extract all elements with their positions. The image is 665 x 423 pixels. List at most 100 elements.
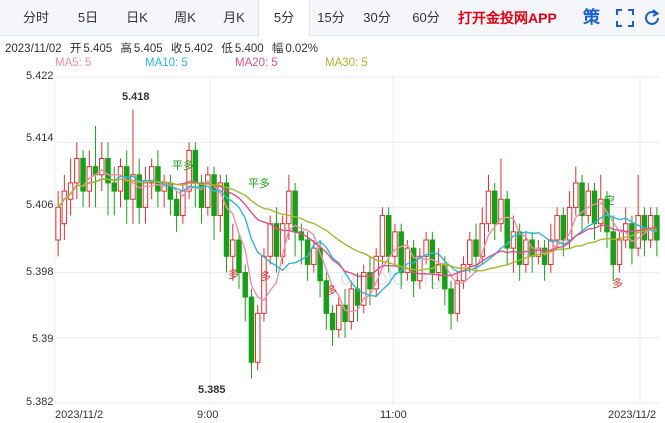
- candle-up: [485, 190, 492, 225]
- open-app-link[interactable]: 打开金投网APP: [458, 0, 557, 36]
- period-tab-bar: 分时 5日 日K 周K 月K 5分 15分 30分 60分 打开金投网APP 策: [0, 0, 665, 37]
- ma5-legend: MA5: 5: [55, 57, 92, 69]
- candle-up: [311, 247, 317, 265]
- candle-up: [404, 247, 411, 274]
- signal-long: 多: [612, 278, 623, 290]
- fullscreen-icon[interactable]: [614, 7, 636, 29]
- y-tick-label: 5.414: [26, 132, 54, 144]
- candle-down: [491, 190, 498, 225]
- candle-down: [367, 272, 373, 290]
- watermark: cngold.org: [340, 265, 443, 290]
- candle-up: [573, 182, 579, 208]
- candle-down: [80, 158, 86, 192]
- tab-5min[interactable]: 5分: [258, 0, 310, 37]
- candle-down: [410, 247, 417, 282]
- candle-up: [435, 263, 442, 274]
- candle-down: [298, 231, 305, 241]
- tab-15min[interactable]: 15分: [308, 0, 354, 36]
- candle-down: [541, 247, 548, 265]
- candle-down: [654, 215, 660, 241]
- candle-down: [136, 174, 142, 208]
- x-tick-label: 11:00: [380, 409, 407, 421]
- candle-up: [616, 239, 623, 265]
- close-value: 5.402: [184, 43, 214, 55]
- candle-up: [379, 215, 386, 257]
- candle-down: [342, 304, 348, 323]
- candle-up: [392, 231, 398, 257]
- candle-down: [317, 247, 323, 282]
- candle-down: [442, 263, 448, 290]
- refresh-icon[interactable]: [641, 7, 663, 29]
- candle-down: [429, 239, 436, 274]
- candle-down: [211, 174, 217, 217]
- candle-up: [130, 174, 136, 200]
- low-value: 5.400: [234, 43, 264, 55]
- strategy-label: 策: [583, 8, 600, 27]
- candle-up: [523, 239, 529, 265]
- candle-up: [74, 158, 80, 184]
- ma10-line: [57, 175, 658, 297]
- high-marker-label: 5.418: [122, 91, 150, 103]
- candle-up: [61, 190, 68, 225]
- candle-up: [99, 158, 105, 176]
- candle-down: [560, 215, 567, 241]
- candle-up: [217, 182, 224, 217]
- candle-up: [148, 166, 155, 184]
- candle-down: [354, 288, 361, 306]
- ma5-line: [57, 169, 658, 313]
- candle-up: [417, 255, 423, 282]
- candle-down: [591, 190, 598, 225]
- open-label: 开: [69, 43, 82, 55]
- candle-up: [479, 223, 485, 257]
- low-marker-label: 5.385: [198, 384, 226, 396]
- strategy-icon[interactable]: 策: [583, 7, 605, 29]
- x-tick-label: 2023/11/2: [608, 409, 657, 421]
- candle-up: [598, 198, 604, 225]
- quote-bar: 2023/11/02 开 5.405 高 5.405 收 5.402 低 5.400 幅…: [5, 40, 323, 56]
- tab-5day[interactable]: 5日: [62, 0, 114, 36]
- candle-down: [173, 198, 180, 217]
- candle-up: [142, 182, 149, 208]
- signal-long: 多: [260, 271, 271, 283]
- candle-down: [105, 158, 111, 184]
- ma30-legend: MA30: 5: [325, 57, 368, 69]
- y-tick-label: 5.406: [26, 199, 54, 211]
- candle-up: [548, 239, 554, 265]
- tab-60min[interactable]: 60分: [400, 0, 452, 36]
- candle-up: [336, 304, 342, 331]
- candle-up: [460, 263, 467, 282]
- candle-down: [92, 166, 99, 176]
- candle-up: [261, 255, 267, 314]
- candle-up: [535, 247, 542, 257]
- candle-down: [579, 182, 585, 217]
- ma10-legend: MA10: 5: [145, 57, 188, 69]
- low-label: 低: [221, 43, 233, 55]
- y-tick-label: 5.422: [26, 70, 54, 82]
- high-label: 高: [120, 43, 132, 55]
- signal-close-long: 平多: [248, 178, 270, 190]
- tab-weekly-k[interactable]: 周K: [160, 0, 210, 36]
- candle-up: [647, 215, 654, 241]
- signal-short: 空: [604, 195, 615, 207]
- candle-up: [180, 190, 186, 217]
- tab-30min[interactable]: 30分: [354, 0, 400, 36]
- candle-up: [86, 166, 93, 192]
- candle-up: [55, 206, 61, 241]
- tab-monthly-k[interactable]: 月K: [210, 0, 258, 36]
- close-label: 收: [170, 43, 183, 55]
- candle-up: [566, 206, 573, 241]
- amp-value: 0.02%: [285, 43, 318, 55]
- candle-down: [641, 215, 648, 241]
- candle-down: [223, 182, 230, 257]
- candle-up: [348, 288, 355, 322]
- candle-up: [360, 272, 367, 306]
- candle-down: [629, 223, 635, 249]
- quote-date: 2023/11/02: [5, 43, 62, 55]
- candle-down: [292, 190, 298, 233]
- candle-down: [448, 288, 454, 314]
- candle-up: [67, 182, 74, 200]
- tab-fenshi[interactable]: 分时: [10, 0, 62, 36]
- tab-daily-k[interactable]: 日K: [114, 0, 160, 36]
- candle-up: [554, 215, 560, 241]
- signal-long: 多: [326, 285, 337, 297]
